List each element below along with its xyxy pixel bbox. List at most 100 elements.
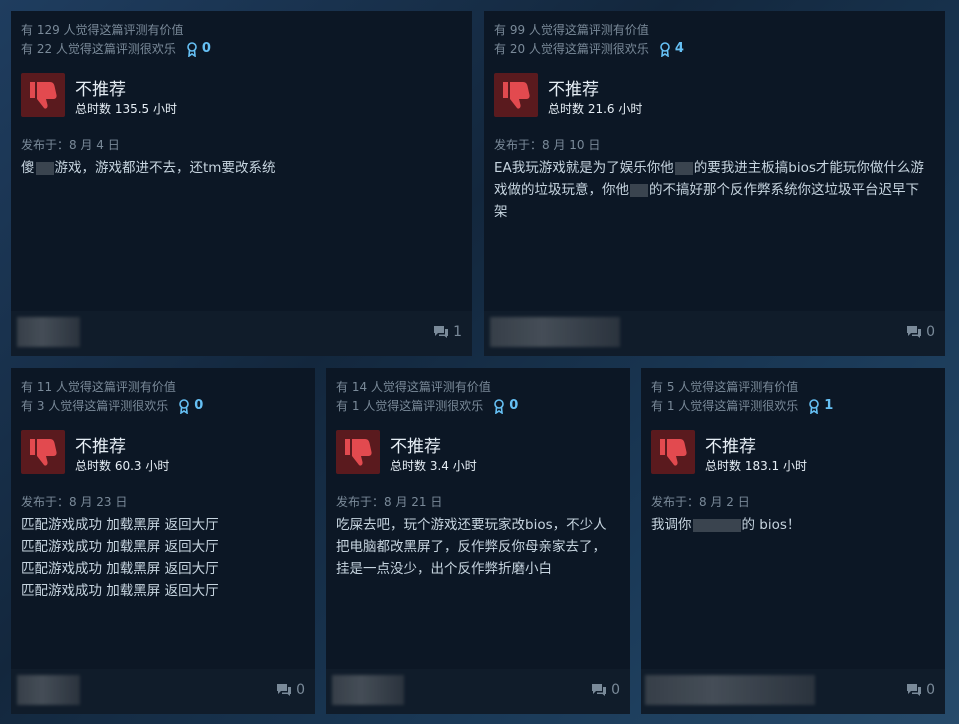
review-text: 吃屎去吧，玩个游戏还要玩家改bios，不少人: [336, 517, 607, 533]
comments-button[interactable]: 0: [591, 682, 620, 698]
comment-count: 0: [926, 324, 935, 340]
award-button[interactable]: 4: [659, 41, 684, 57]
funny-count: 有 1 人觉得这篇评测很欢乐: [651, 399, 799, 413]
thumbs-down-icon[interactable]: [21, 430, 65, 474]
comment-bubble-icon: [907, 326, 922, 338]
comment-bubble-icon: [434, 326, 449, 338]
funny-row: 有 20 人觉得这篇评测很欢乐 4: [494, 41, 684, 57]
censored-text: [35, 161, 54, 175]
review-text: 架: [494, 204, 508, 220]
review-content: 我调你 的 bios！: [651, 514, 800, 536]
review-text: EA我玩游戏就是为了娱乐你他: [494, 160, 674, 176]
award-button[interactable]: 0: [493, 398, 518, 414]
verdict-title[interactable]: 不推荐: [75, 80, 126, 100]
award-button[interactable]: 0: [186, 41, 211, 57]
review-text: 匹配游戏成功 加载黑屏 返回大厅: [21, 517, 219, 533]
review-footer: 0: [326, 669, 630, 714]
author-avatar[interactable]: [17, 675, 80, 705]
review-card: 有 129 人觉得这篇评测有价值 有 22 人觉得这篇评测很欢乐 0 不推荐 总…: [11, 11, 472, 356]
hours-played: 总时数 3.4 小时: [390, 459, 477, 473]
helpful-count: 有 5 人觉得这篇评测有价值: [651, 380, 799, 394]
review-text: 匹配游戏成功 加载黑屏 返回大厅: [21, 539, 219, 555]
helpful-count: 有 99 人觉得这篇评测有价值: [494, 23, 649, 37]
thumbs-down-icon[interactable]: [651, 430, 695, 474]
thumbs-down-glyph: [660, 439, 687, 466]
author-avatar[interactable]: [17, 317, 80, 347]
review-footer: 0: [11, 669, 315, 714]
award-ribbon-icon: [809, 398, 820, 414]
funny-row: 有 3 人觉得这篇评测很欢乐 0: [21, 398, 203, 414]
funny-count: 有 22 人觉得这篇评测很欢乐: [21, 42, 176, 56]
comments-button[interactable]: 1: [433, 324, 462, 340]
review-text: 把电脑都改黑屏了，反作弊反你母亲家去了，: [336, 539, 606, 555]
funny-count: 有 3 人觉得这篇评测很欢乐: [21, 399, 169, 413]
helpful-count: 有 11 人觉得这篇评测有价值: [21, 380, 176, 394]
review-text: 戏做的垃圾玩意，你他: [494, 182, 629, 198]
award-button[interactable]: 1: [808, 398, 833, 414]
thumbs-down-glyph: [30, 439, 57, 466]
verdict-title[interactable]: 不推荐: [705, 437, 756, 457]
author-avatar[interactable]: [332, 675, 404, 705]
funny-count: 有 1 人觉得这篇评测很欢乐: [336, 399, 484, 413]
hours-played: 总时数 183.1 小时: [705, 459, 807, 473]
award-count: 0: [509, 398, 519, 413]
comment-count: 1: [453, 324, 462, 340]
review-footer: 1: [11, 311, 472, 356]
thumbs-down-icon[interactable]: [21, 73, 65, 117]
funny-row: 有 1 人觉得这篇评测很欢乐 0: [336, 398, 518, 414]
author-avatar[interactable]: [645, 675, 815, 705]
censored-text: [674, 161, 693, 175]
funny-row: 有 22 人觉得这篇评测很欢乐 0: [21, 41, 211, 57]
hours-played: 总时数 60.3 小时: [75, 459, 170, 473]
review-text: 挂是一点没少，出个反作弊折磨小白: [336, 561, 552, 577]
award-count: 1: [824, 398, 834, 413]
review-text: 匹配游戏成功 加载黑屏 返回大厅: [21, 583, 219, 599]
verdict-title[interactable]: 不推荐: [390, 437, 441, 457]
thumbs-down-icon[interactable]: [336, 430, 380, 474]
award-button[interactable]: 0: [178, 398, 203, 414]
award-count: 0: [194, 398, 204, 413]
review-text: 的 bios！: [741, 517, 801, 533]
review-content: 匹配游戏成功 加载黑屏 返回大厅 匹配游戏成功 加载黑屏 返回大厅 匹配游戏成功…: [21, 514, 219, 602]
hours-played: 总时数 135.5 小时: [75, 102, 177, 116]
posted-date: 发布于：8 月 23 日: [21, 495, 128, 509]
posted-date: 发布于：8 月 2 日: [651, 495, 750, 509]
comment-count: 0: [296, 682, 305, 698]
comments-button[interactable]: 0: [276, 682, 305, 698]
review-text: 匹配游戏成功 加载黑屏 返回大厅: [21, 561, 219, 577]
thumbs-down-glyph: [503, 82, 530, 109]
review-card: 有 5 人觉得这篇评测有价值 有 1 人觉得这篇评测很欢乐 1 不推荐 总时数 …: [641, 368, 945, 714]
verdict-title[interactable]: 不推荐: [75, 437, 126, 457]
comments-button[interactable]: 0: [906, 324, 935, 340]
helpful-count: 有 14 人觉得这篇评测有价值: [336, 380, 491, 394]
award-count: 0: [201, 41, 211, 56]
funny-count: 有 20 人觉得这篇评测很欢乐: [494, 42, 649, 56]
thumbs-down-glyph: [30, 82, 57, 109]
author-avatar[interactable]: [490, 317, 620, 347]
posted-date: 发布于：8 月 21 日: [336, 495, 443, 509]
censored-text: [692, 518, 741, 532]
comment-bubble-icon: [907, 684, 922, 696]
posted-date: 发布于：8 月 4 日: [21, 138, 120, 152]
comment-count: 0: [611, 682, 620, 698]
comments-button[interactable]: 0: [906, 682, 935, 698]
thumbs-down-glyph: [345, 439, 372, 466]
review-card: 有 99 人觉得这篇评测有价值 有 20 人觉得这篇评测很欢乐 4 不推荐 总时…: [484, 11, 945, 356]
award-ribbon-icon: [179, 398, 190, 414]
award-ribbon-icon: [660, 41, 670, 57]
review-content: EA我玩游戏就是为了娱乐你他 的要我进主板搞bios才能玩你做什么游 戏做的垃圾玩…: [494, 157, 924, 223]
thumbs-down-icon[interactable]: [494, 73, 538, 117]
comment-bubble-icon: [277, 684, 292, 696]
award-count: 4: [674, 41, 684, 56]
review-footer: 0: [484, 311, 945, 356]
helpful-count: 有 129 人觉得这篇评测有价值: [21, 23, 184, 37]
censored-text: [630, 183, 648, 197]
funny-row: 有 1 人觉得这篇评测很欢乐 1: [651, 398, 833, 414]
review-footer: 0: [641, 669, 945, 714]
posted-date: 发布于：8 月 10 日: [494, 138, 601, 152]
review-text: 我调你: [651, 517, 692, 533]
verdict-title[interactable]: 不推荐: [548, 80, 599, 100]
review-card: 有 14 人觉得这篇评测有价值 有 1 人觉得这篇评测很欢乐 0 不推荐 总时数…: [326, 368, 630, 714]
comment-bubble-icon: [592, 684, 607, 696]
review-text: 的要我进主板搞bios才能玩你做什么游: [693, 160, 924, 176]
